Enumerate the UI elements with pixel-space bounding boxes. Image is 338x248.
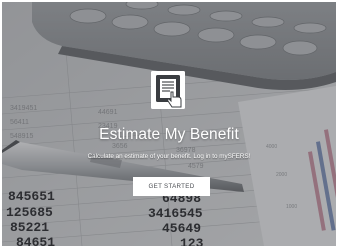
tablet-touch-icon: [151, 71, 185, 109]
hero-content: Estimate My Benefit Calculate an estimat…: [2, 2, 336, 246]
benefit-estimate-card: 3419451 56411 548915 44691 23419 3656 36…: [2, 2, 336, 246]
get-started-button[interactable]: GET STARTED: [133, 177, 210, 196]
hero-subtitle: Calculate an estimate of your benefit. L…: [87, 153, 251, 160]
page-title: Estimate My Benefit: [99, 126, 239, 143]
